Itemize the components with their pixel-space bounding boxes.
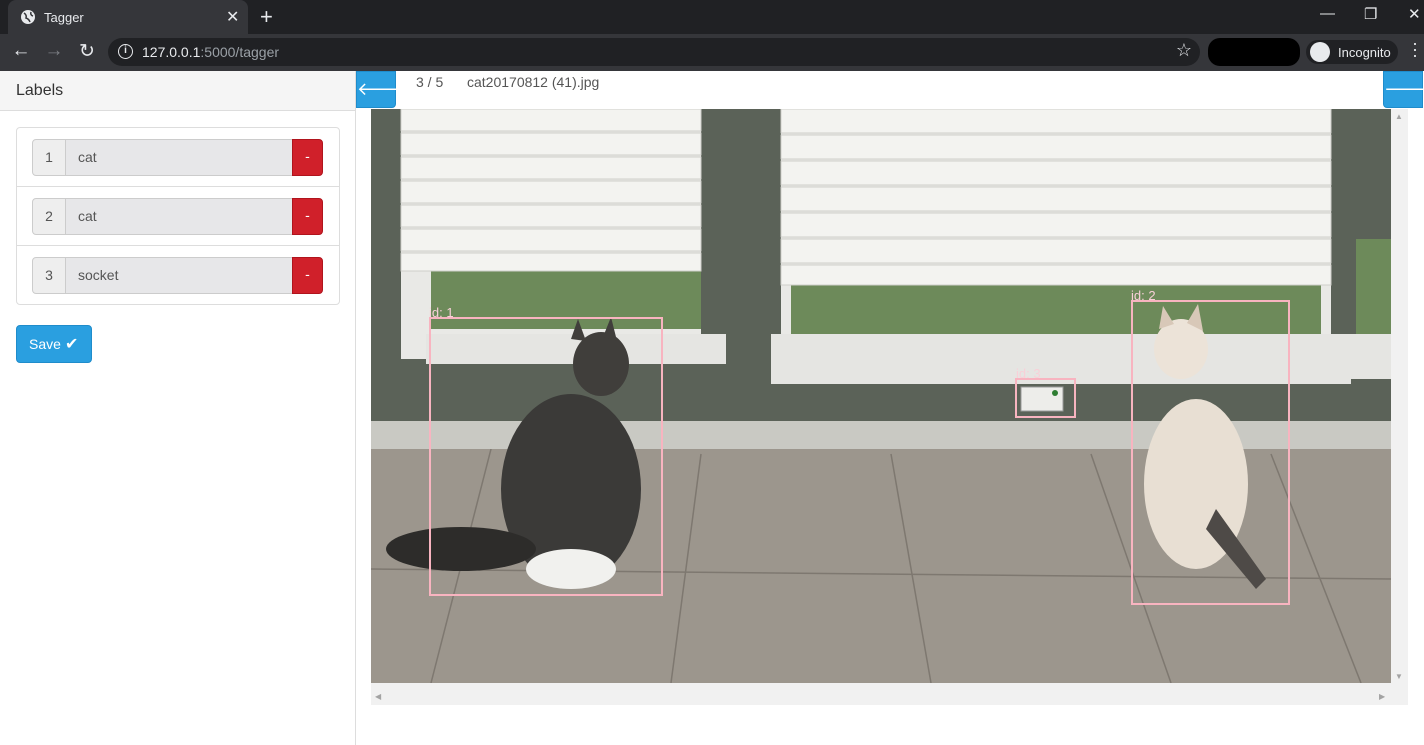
labels-title: Labels bbox=[16, 82, 64, 99]
redacted-profile bbox=[1208, 38, 1300, 66]
maximize-icon[interactable]: ❐ bbox=[1364, 5, 1377, 23]
image-filename: cat20170812 (41).jpg bbox=[467, 74, 600, 90]
label-row: 1 cat - bbox=[17, 128, 339, 187]
annotated-image[interactable]: id: 1 id: 2 id: 3 bbox=[371, 109, 1391, 683]
next-image-button[interactable]: 🡒 bbox=[1383, 71, 1424, 108]
scroll-left-icon[interactable]: ◀ bbox=[375, 692, 381, 701]
star-icon[interactable]: ☆ bbox=[1176, 40, 1192, 61]
back-icon[interactable]: ← bbox=[10, 40, 32, 62]
scroll-up-icon[interactable]: ▲ bbox=[1395, 112, 1403, 121]
checkmark-icon: ✔ bbox=[65, 336, 79, 353]
reload-icon[interactable]: ↻ bbox=[76, 40, 98, 63]
arrow-left-icon: 🡐 bbox=[357, 79, 406, 99]
close-icon[interactable]: ✕ bbox=[226, 7, 239, 27]
scroll-down-icon[interactable]: ▼ bbox=[1395, 672, 1403, 681]
globe-icon bbox=[21, 10, 35, 24]
label-name-input[interactable]: socket bbox=[65, 257, 293, 294]
label-name-input[interactable]: cat bbox=[65, 198, 293, 235]
label-row: 3 socket - bbox=[17, 246, 339, 305]
label-id: 3 bbox=[32, 257, 66, 294]
bounding-box-label: id: 1 bbox=[429, 305, 454, 320]
minimize-icon[interactable]: — bbox=[1320, 5, 1335, 22]
info-icon[interactable]: i bbox=[118, 44, 133, 59]
vertical-scrollbar[interactable]: ▲ ▼ bbox=[1391, 109, 1408, 683]
save-button[interactable]: Save ✔ bbox=[16, 325, 92, 363]
scroll-right-icon[interactable]: ▶ bbox=[1379, 692, 1385, 701]
remove-label-button[interactable]: - bbox=[292, 198, 323, 235]
image-counter: 3 / 5 bbox=[416, 74, 444, 90]
arrow-right-icon: 🡒 bbox=[1384, 79, 1424, 99]
bounding-box-label: id: 3 bbox=[1016, 366, 1041, 381]
label-row: 2 cat - bbox=[17, 187, 339, 246]
labels-sidebar: Labels 1 cat - 2 cat - 3 socket - Save ✔ bbox=[0, 71, 356, 745]
forward-icon[interactable]: → bbox=[43, 40, 65, 62]
labels-header: Labels bbox=[0, 71, 355, 111]
address-bar[interactable]: i 127.0.0.1:5000/tagger ☆ bbox=[108, 38, 1200, 66]
horizontal-scrollbar[interactable]: ◀ ▶ bbox=[371, 688, 1391, 705]
incognito-label: Incognito bbox=[1338, 45, 1391, 60]
label-name-input[interactable]: cat bbox=[65, 139, 293, 176]
remove-label-button[interactable]: - bbox=[292, 139, 323, 176]
browser-tab[interactable]: Tagger ✕ bbox=[8, 0, 248, 34]
previous-image-button[interactable]: 🡐 bbox=[356, 71, 405, 108]
bounding-box-2[interactable] bbox=[1131, 300, 1290, 605]
incognito-icon bbox=[1310, 42, 1330, 62]
tab-title: Tagger bbox=[44, 10, 84, 25]
plus-icon[interactable]: + bbox=[260, 4, 273, 30]
window-close-icon[interactable]: ✕ bbox=[1408, 5, 1421, 23]
bounding-box-3[interactable] bbox=[1015, 378, 1076, 418]
save-label: Save bbox=[29, 336, 61, 352]
incognito-badge[interactable]: Incognito bbox=[1306, 40, 1398, 64]
label-id: 1 bbox=[32, 139, 66, 176]
remove-label-button[interactable]: - bbox=[292, 257, 323, 294]
bounding-box-1[interactable] bbox=[429, 317, 663, 596]
kebab-menu-icon[interactable]: · · · bbox=[1412, 34, 1418, 64]
image-viewer: id: 1 id: 2 id: 3 ▲ ▼ ◀ ▶ bbox=[371, 109, 1408, 705]
label-id: 2 bbox=[32, 198, 66, 235]
label-list: 1 cat - 2 cat - 3 socket - bbox=[16, 127, 340, 305]
browser-tab-strip: Tagger ✕ + — ❐ ✕ bbox=[0, 0, 1424, 34]
bounding-box-label: id: 2 bbox=[1131, 288, 1156, 303]
url-text: 127.0.0.1:5000/tagger bbox=[142, 44, 280, 60]
